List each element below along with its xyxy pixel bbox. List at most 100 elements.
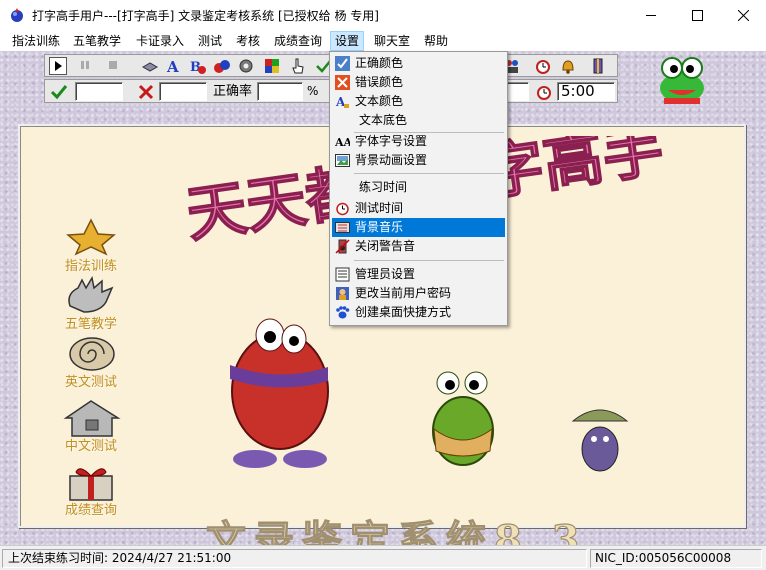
font-a-icon: A <box>166 58 179 76</box>
menu-item-font-settings[interactable]: AA 字体字号设置 <box>332 132 505 151</box>
menu-item-text-background[interactable]: 文本底色 <box>332 111 505 130</box>
book-icon <box>141 62 159 72</box>
accuracy-label: 正确率 <box>213 84 253 99</box>
nic-id: NIC_ID:005056C00008 <box>590 549 762 568</box>
menu-item-admin-settings[interactable]: 管理员设置 <box>332 265 505 284</box>
menu-chatroom[interactable]: 聊天室 <box>370 31 414 51</box>
grid-button[interactable] <box>263 57 281 75</box>
close-icon <box>737 10 749 21</box>
svg-text:A: A <box>166 58 179 75</box>
menu-item-practice-time[interactable]: 练习时间 <box>332 178 505 197</box>
side-button-english-test[interactable]: 英文测试 <box>56 334 126 390</box>
last-practice-time: 上次结束练习时间: 2024/4/27 21:51:00 <box>2 549 587 568</box>
menu-score-query[interactable]: 成绩查询 <box>270 31 326 51</box>
minimize-button[interactable] <box>628 0 674 31</box>
alarm-clock-icon <box>536 60 550 74</box>
alarm-toolbar-button[interactable] <box>534 57 552 75</box>
control-toolbar: A B <box>44 54 334 77</box>
side-button-score-query[interactable]: 成绩查询 <box>56 462 126 518</box>
exit-door-button[interactable] <box>589 57 607 75</box>
color-b-button[interactable]: B <box>189 57 207 75</box>
menu-item-label: 创建桌面快捷方式 <box>355 305 452 319</box>
timer-display: 5:00 <box>557 82 615 101</box>
menu-item-label: 背景音乐 <box>355 220 404 234</box>
bell-icon <box>562 60 574 74</box>
font-button[interactable]: A <box>165 57 183 76</box>
menu-item-change-password[interactable]: 更改当前用户密码 <box>332 284 505 303</box>
stop-button[interactable] <box>105 57 123 75</box>
menu-separator <box>354 173 504 174</box>
menu-item-text-color[interactable]: A 文本颜色 <box>332 92 505 111</box>
menu-item-label: 练习时间 <box>359 180 408 194</box>
menu-item-label: 文本颜色 <box>355 94 404 108</box>
menu-settings[interactable]: 设置 <box>330 31 365 51</box>
speaker-icon <box>335 239 350 254</box>
menu-item-background-animation[interactable]: 背景动画设置 <box>332 151 505 170</box>
menu-item-label: 更改当前用户密码 <box>355 286 452 300</box>
menu-wubi-teaching[interactable]: 五笔教学 <box>69 31 125 51</box>
shapes-button[interactable] <box>213 57 231 75</box>
cross-icon <box>335 75 350 90</box>
maximize-button[interactable] <box>674 0 720 31</box>
music-icon <box>335 222 350 233</box>
menu-item-mute-warning[interactable]: 关闭警告音 <box>332 237 505 256</box>
menu-item-label: 错误颜色 <box>355 75 404 89</box>
side-button-wubi-teaching[interactable]: 五笔教学 <box>56 275 126 332</box>
error-count-icon <box>138 84 154 100</box>
status-bar: 上次结束练习时间: 2024/4/27 21:51:00 NIC_ID:0050… <box>0 545 766 570</box>
bell-button[interactable] <box>559 57 577 75</box>
close-button[interactable] <box>720 0 766 31</box>
play-button[interactable] <box>49 57 67 75</box>
app-logo-icon <box>11 8 23 22</box>
play-icon <box>55 61 62 71</box>
alarm-icon <box>336 202 349 216</box>
side-button-label: 指法训练 <box>64 259 117 274</box>
menu-help[interactable]: 帮助 <box>420 31 452 51</box>
side-button-finger-training[interactable]: 指法训练 <box>56 218 126 274</box>
accuracy-field <box>257 82 303 101</box>
purple-mushroom-illustration <box>571 409 629 472</box>
menu-item-create-shortcut[interactable]: 创建桌面快捷方式 <box>332 303 505 322</box>
paw-icon <box>336 306 350 319</box>
book-button[interactable] <box>141 57 159 75</box>
side-button-label: 五笔教学 <box>64 317 117 332</box>
svg-text:AA: AA <box>335 136 350 149</box>
color-grid-icon <box>265 59 279 73</box>
side-button-label: 成绩查询 <box>64 503 117 518</box>
menu-finger-training[interactable]: 指法训练 <box>8 31 64 51</box>
side-button-label: 英文测试 <box>64 375 117 390</box>
admin-icon <box>335 267 350 282</box>
title-bar: 打字高手用户---[打字高手] 文录鉴定考核系统 [已授权给 杨 专用] <box>0 0 766 31</box>
menu-item-label: 测试时间 <box>355 201 404 215</box>
stop-icon <box>109 61 117 69</box>
menu-item-error-color[interactable]: 错误颜色 <box>332 73 505 92</box>
shell-icon <box>69 337 115 371</box>
color-b-icon: B <box>190 60 206 75</box>
menu-item-background-music[interactable]: 背景音乐 <box>332 218 505 237</box>
menu-item-label: 背景动画设置 <box>355 153 428 167</box>
hand-pointer-button[interactable] <box>289 57 307 75</box>
percent-sign: % <box>307 84 319 98</box>
menu-item-correct-color[interactable]: 正确颜色 <box>332 54 505 73</box>
gear-icon <box>239 59 253 73</box>
pause-button[interactable] <box>77 57 95 75</box>
menu-exam[interactable]: 考核 <box>232 31 264 51</box>
frog-mascot-icon <box>660 57 704 104</box>
menu-item-label: 关闭警告音 <box>355 239 416 253</box>
menu-item-label: 管理员设置 <box>355 267 416 281</box>
stats-toolbar: 正确率 % <box>44 79 334 103</box>
side-button-chinese-test[interactable]: 中文测试 <box>56 398 126 454</box>
side-button-label: 中文测试 <box>64 439 117 454</box>
hand-pointer-icon <box>292 58 304 74</box>
shapes-icon <box>214 60 230 73</box>
gear-button[interactable] <box>237 57 255 75</box>
menu-item-test-time[interactable]: 测试时间 <box>332 199 505 218</box>
settings-dropdown-menu: 正确颜色 错误颜色 A 文本颜色 文本底色 AA 字体字号设置 背景动画设置 练… <box>329 51 508 326</box>
menu-test[interactable]: 测试 <box>194 31 226 51</box>
text-color-icon: A <box>335 95 349 109</box>
gift-icon <box>69 468 113 501</box>
control-toolbar-right <box>500 54 618 77</box>
correct-count-icon <box>50 85 68 100</box>
menu-card-entry[interactable]: 卡证录入 <box>132 31 188 51</box>
font-icon: AA <box>335 136 350 149</box>
